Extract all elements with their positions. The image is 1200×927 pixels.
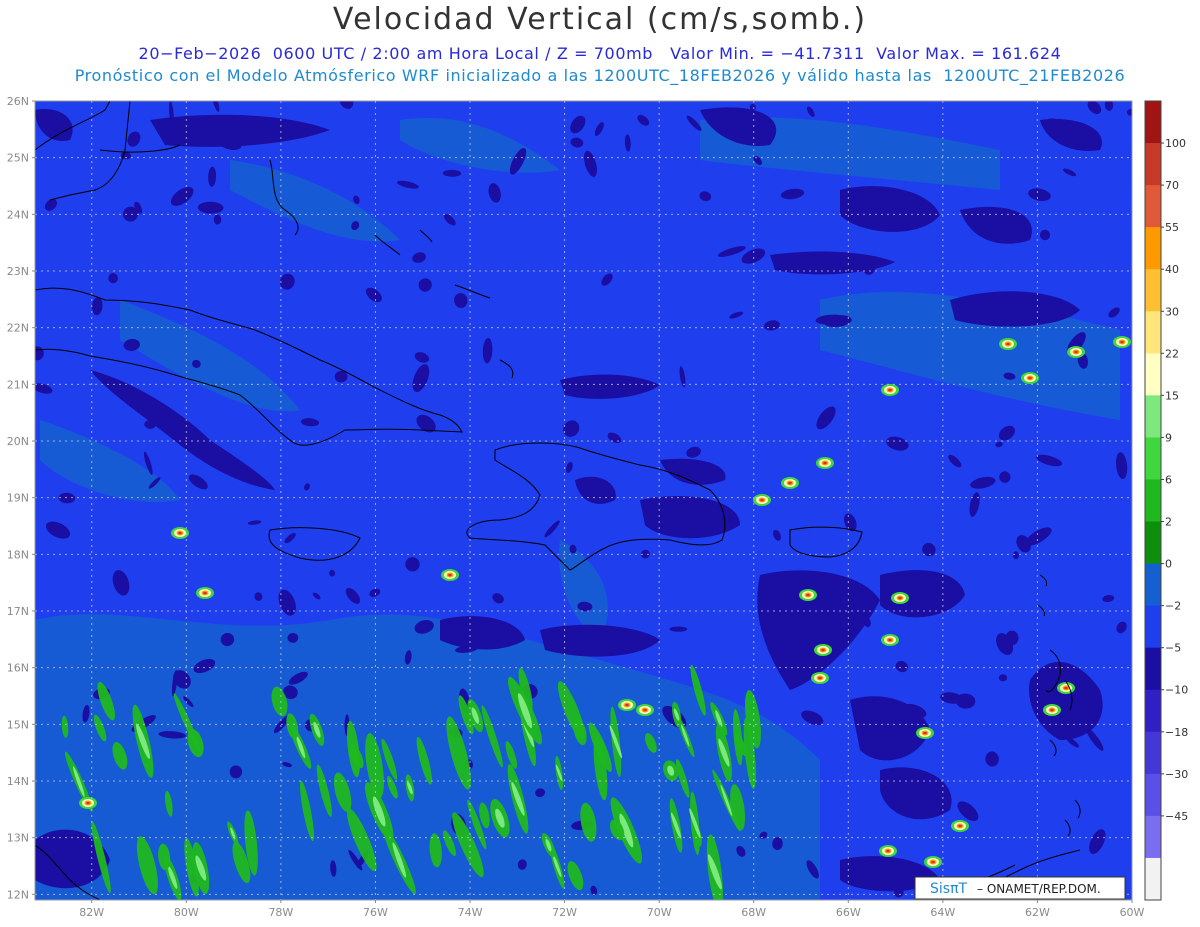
lon-tick-label: 74W: [458, 906, 483, 919]
updraft-peak: [888, 388, 892, 392]
colorbar-label: −30: [1165, 768, 1188, 781]
brand-logo: SisπT: [930, 881, 967, 897]
colorbar-label: −18: [1165, 726, 1188, 739]
updraft-peak: [823, 461, 827, 465]
lon-tick-label: 66W: [836, 906, 861, 919]
lat-tick-label: 21N: [7, 378, 29, 391]
colorbar-swatch: [1145, 647, 1161, 691]
forecast-map: 26N 25N 24N 23N 22N 21N 20N 19N 18N 17N 16N 15N 14N 1…: [7, 95, 1188, 919]
updraft-peak: [821, 648, 825, 652]
longitude-axis: 82W 80W 78W 76W 74W 72W 70W 68W 66W 64W 62W 60W: [79, 900, 1145, 919]
updraft-peak: [643, 708, 647, 712]
updraft-peak: [760, 498, 764, 502]
lat-tick-label: 26N: [7, 95, 29, 108]
updraft-peak: [818, 676, 822, 680]
colorbar-label: 30: [1165, 305, 1179, 318]
lat-tick-label: 18N: [7, 548, 29, 561]
updraft-peak: [931, 860, 935, 864]
lon-tick-label: 60W: [1120, 906, 1145, 919]
updraft-peak: [1120, 340, 1124, 344]
lon-tick-label: 80W: [174, 906, 199, 919]
lat-tick-label: 19N: [7, 492, 29, 505]
updraft-peak: [806, 593, 810, 597]
colorbar-label: 6: [1165, 473, 1172, 486]
colorbar-swatch: [1145, 143, 1161, 186]
updraft-peak: [788, 481, 792, 485]
colorbar-label: 9: [1165, 431, 1172, 444]
lon-tick-label: 72W: [552, 906, 577, 919]
lon-tick-label: 70W: [647, 906, 672, 919]
colorbar-swatch: [1145, 311, 1161, 354]
lon-tick-label: 68W: [741, 906, 766, 919]
colorbar-label: 15: [1165, 389, 1179, 402]
colorbar-swatch: [1145, 479, 1161, 523]
lat-tick-label: 17N: [7, 605, 29, 618]
updraft-peak: [86, 801, 90, 805]
colorbar-label: 22: [1165, 347, 1179, 360]
updraft-peak: [888, 638, 892, 642]
colorbar-swatch: [1145, 689, 1161, 733]
lat-tick-label: 25N: [7, 152, 29, 165]
colorbar-swatch: [1145, 773, 1161, 817]
lon-tick-label: 78W: [268, 906, 293, 919]
colorbar-swatch: [1145, 395, 1161, 438]
colorbar-swatch: [1145, 227, 1161, 270]
attribution-text: – ONAMET/REP.DOM.: [977, 882, 1101, 896]
colorbar-swatch: [1145, 521, 1161, 565]
updraft-peak: [448, 573, 452, 577]
colorbar-label: 100: [1165, 137, 1186, 150]
updraft-peak: [886, 849, 890, 853]
colorbar-label: 40: [1165, 263, 1179, 276]
colorbar-swatch: [1145, 353, 1161, 396]
updraft-peak: [1064, 686, 1068, 690]
attribution-box: SisπT – ONAMET/REP.DOM.: [914, 876, 1126, 900]
colorbar-swatch: [1145, 605, 1161, 649]
colorbar-label: −10: [1165, 684, 1188, 697]
colorbar-label: −5: [1165, 642, 1181, 655]
lon-tick-label: 76W: [363, 906, 388, 919]
lat-tick-label: 12N: [7, 888, 29, 901]
updraft-peak: [1028, 376, 1032, 380]
updraft-peak: [178, 531, 182, 535]
updraft-peak: [898, 596, 902, 600]
colorbar-label: 55: [1165, 221, 1179, 234]
colorbar-swatch: [1145, 815, 1161, 859]
latitude-axis: 26N 25N 24N 23N 22N 21N 20N 19N 18N 17N 16N 15N 14N 1…: [7, 95, 35, 901]
colorbar-swatch: [1145, 437, 1161, 480]
colorbar-swatch: [1145, 269, 1161, 312]
colorbar-label: 70: [1165, 179, 1179, 192]
colorbar-swatch: [1145, 101, 1161, 144]
updraft-peak: [1006, 342, 1010, 346]
colorbar-swatch: [1145, 857, 1161, 901]
colorbar-label: 2: [1165, 516, 1172, 529]
lat-tick-label: 14N: [7, 775, 29, 788]
updraft-peak: [203, 591, 207, 595]
lon-tick-label: 64W: [930, 906, 955, 919]
updraft-peak: [958, 824, 962, 828]
lat-tick-label: 13N: [7, 832, 29, 845]
lat-tick-label: 16N: [7, 662, 29, 675]
lon-tick-label: 62W: [1025, 906, 1050, 919]
colorbar-label: 0: [1165, 558, 1172, 571]
updraft-peak: [923, 731, 927, 735]
lat-tick-label: 22N: [7, 322, 29, 335]
colorbar-label: −45: [1165, 810, 1188, 823]
colorbar: 100 70 55 40 30 22 15 9 6 2 0 −2 −5 −10 −18 −30 −45: [1144, 100, 1188, 901]
lat-tick-label: 15N: [7, 718, 29, 731]
lat-tick-label: 24N: [7, 208, 29, 221]
colorbar-swatch: [1145, 563, 1161, 607]
colorbar-label: −2: [1165, 600, 1181, 613]
lat-tick-label: 23N: [7, 265, 29, 278]
updraft-peak: [1050, 708, 1054, 712]
updraft-peak: [625, 703, 629, 707]
updraft-peak: [1074, 350, 1078, 354]
colorbar-swatch: [1145, 731, 1161, 775]
colorbar-swatch: [1145, 185, 1161, 228]
lon-tick-label: 82W: [79, 906, 104, 919]
lat-tick-label: 20N: [7, 435, 29, 448]
